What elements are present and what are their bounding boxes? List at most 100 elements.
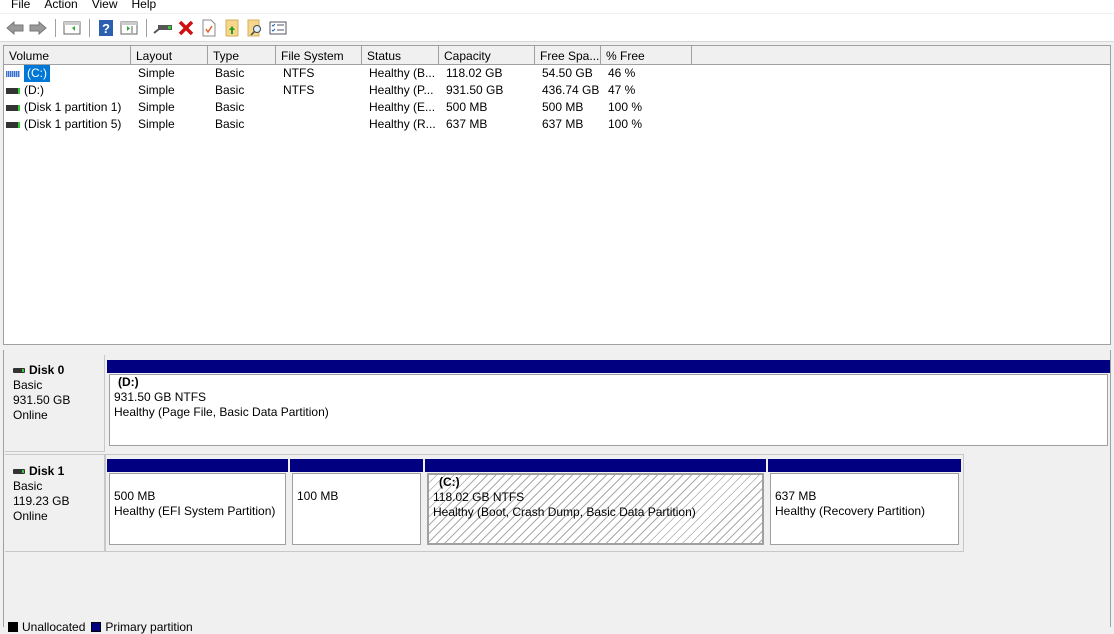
disk-name-text: Disk 1 <box>29 464 65 478</box>
explore-button[interactable] <box>244 17 266 39</box>
column-header-type[interactable]: Type <box>208 46 276 64</box>
cell-free: 500 MB <box>542 100 584 114</box>
column-header-percent-free[interactable]: % Free <box>601 46 692 64</box>
partition-title: (D:) <box>118 375 139 389</box>
table-row[interactable]: (Disk 1 partition 5) Simple Basic Healthy (… <box>4 116 1110 133</box>
primary-partition-bar <box>290 459 423 472</box>
cell-fs <box>276 116 362 133</box>
cell-fs: NTFS <box>283 83 315 97</box>
menu-bar: File Action View Help <box>0 0 1114 13</box>
cell-volume: (Disk 1 partition 1) <box>4 99 131 116</box>
partition-recovery[interactable]: 637 MB Healthy (Recovery Partition) <box>768 459 961 547</box>
partition-size: 500 MB <box>114 489 156 503</box>
cell-volume: (D:) <box>4 82 131 99</box>
volume-striped-icon <box>6 70 20 77</box>
table-row[interactable]: (Disk 1 partition 1) Simple Basic Healthy (… <box>4 99 1110 116</box>
cell-type: Basic <box>215 83 245 97</box>
partition-size: 931.50 GB NTFS <box>114 390 207 404</box>
volume-name: (Disk 1 partition 5) <box>24 117 122 131</box>
connect-drive-icon <box>153 24 172 34</box>
table-row[interactable]: (D:) Simple Basic NTFS Healthy (P... 931.50 G… <box>4 82 1110 99</box>
column-header-free-space[interactable]: Free Spa... <box>535 46 601 64</box>
back-button[interactable] <box>4 17 26 39</box>
cell-fs <box>276 99 362 116</box>
legend-label-primary: Primary partition <box>105 620 193 634</box>
cell-layout: Simple <box>138 66 175 80</box>
toolbar-separator <box>146 18 147 37</box>
legend: Unallocated Primary partition <box>8 620 193 634</box>
cell-capacity: 637 MB <box>446 117 488 131</box>
disk-1-size: 119.23 GB <box>13 494 70 508</box>
delete-button[interactable] <box>175 17 197 39</box>
show-hide-console-tree-button[interactable] <box>61 17 83 39</box>
forward-icon <box>29 20 47 35</box>
properties-icon <box>202 19 216 36</box>
help-icon: ? <box>99 19 113 36</box>
forward-button[interactable] <box>27 17 49 39</box>
partition-body-selected: (C:) 118.02 GB NTFS Healthy (Boot, Crash… <box>427 473 764 545</box>
column-header-layout[interactable]: Layout <box>131 46 208 64</box>
cell-pct: 100 % <box>608 100 643 114</box>
help-button[interactable]: ? <box>95 17 117 39</box>
partition-c[interactable]: (C:) 118.02 GB NTFS Healthy (Boot, Crash… <box>425 459 766 547</box>
partition-title: (C:) <box>439 475 460 489</box>
column-header-capacity[interactable]: Capacity <box>439 46 535 64</box>
menu-view[interactable]: View <box>92 0 118 11</box>
menu-file[interactable]: File <box>11 0 30 11</box>
volume-icon <box>6 104 20 111</box>
svg-text:?: ? <box>102 21 110 36</box>
cell-free: 54.50 GB <box>542 66 593 80</box>
disk-1-state: Online <box>13 509 48 523</box>
partition-status: Healthy (Recovery Partition) <box>775 504 926 518</box>
cell-type: Basic <box>215 66 245 80</box>
show-hide-action-pane-button[interactable] <box>118 17 140 39</box>
properties-button[interactable] <box>198 17 220 39</box>
column-header-status[interactable]: Status <box>362 46 439 64</box>
primary-partition-bar <box>768 459 961 472</box>
primary-partition-bar <box>107 459 288 472</box>
table-row[interactable]: (C:) Simple Basic NTFS Healthy (B... 118.02 G… <box>4 65 1110 82</box>
cell-status: Healthy (P... <box>369 83 434 97</box>
cell-fs: NTFS <box>283 66 315 80</box>
disk-0-state: Online <box>13 408 48 422</box>
cell-pct: 46 % <box>608 66 636 80</box>
disk-icon <box>13 469 25 474</box>
disk-name-text: Disk 0 <box>29 363 65 377</box>
column-header-empty <box>692 46 1110 64</box>
partition-efi[interactable]: 500 MB Healthy (EFI System Partition) <box>107 459 288 547</box>
cell-status: Healthy (R... <box>369 117 436 131</box>
menu-action[interactable]: Action <box>44 0 77 11</box>
partition-d[interactable]: (D:) 931.50 GB NTFS Healthy (Page File, … <box>107 360 1110 448</box>
cell-capacity: 931.50 GB <box>446 83 504 97</box>
cell-volume: (C:) <box>4 65 131 82</box>
delete-icon <box>178 20 194 35</box>
cell-free: 436.74 GB <box>542 83 600 97</box>
partition-body: (D:) 931.50 GB NTFS Healthy (Page File, … <box>109 374 1108 446</box>
column-header-file-system[interactable]: File System <box>276 46 362 64</box>
volume-icon <box>6 87 20 94</box>
open-button[interactable] <box>221 17 243 39</box>
partition-body: 100 MB <box>292 473 421 545</box>
disk-0-size: 931.50 GB <box>13 393 71 407</box>
disk-0-label[interactable]: Disk 0 Basic 931.50 GB Online <box>5 355 105 452</box>
column-header-volume[interactable]: Volume <box>4 46 131 64</box>
cell-capacity: 118.02 GB <box>446 66 503 80</box>
partition-status: Healthy (Page File, Basic Data Partition… <box>114 405 329 419</box>
menu-help[interactable]: Help <box>132 0 157 11</box>
open-folder-icon <box>225 19 239 36</box>
partition-size: 637 MB <box>775 489 817 503</box>
checklist-icon <box>269 21 287 34</box>
cell-status: Healthy (E... <box>369 100 436 114</box>
partition-msr[interactable]: 100 MB <box>290 459 423 547</box>
volume-name: (Disk 1 partition 1) <box>24 100 122 114</box>
show-hide-console-tree-icon <box>63 21 81 34</box>
connect-drive-button[interactable] <box>152 17 174 39</box>
disk-1-label[interactable]: Disk 1 Basic 119.23 GB Online <box>5 454 105 552</box>
volume-list: Volume Layout Type File System Status Ca… <box>3 45 1111 345</box>
disk-map: Disk 0 Basic 931.50 GB Online (D:) 931.5… <box>3 350 1111 627</box>
disk-1-name: Disk 1 <box>13 464 104 479</box>
toolbar-separator <box>55 18 56 37</box>
explore-icon <box>247 19 261 36</box>
show-hide-action-pane-icon <box>120 21 138 34</box>
checklist-button[interactable] <box>267 17 289 39</box>
